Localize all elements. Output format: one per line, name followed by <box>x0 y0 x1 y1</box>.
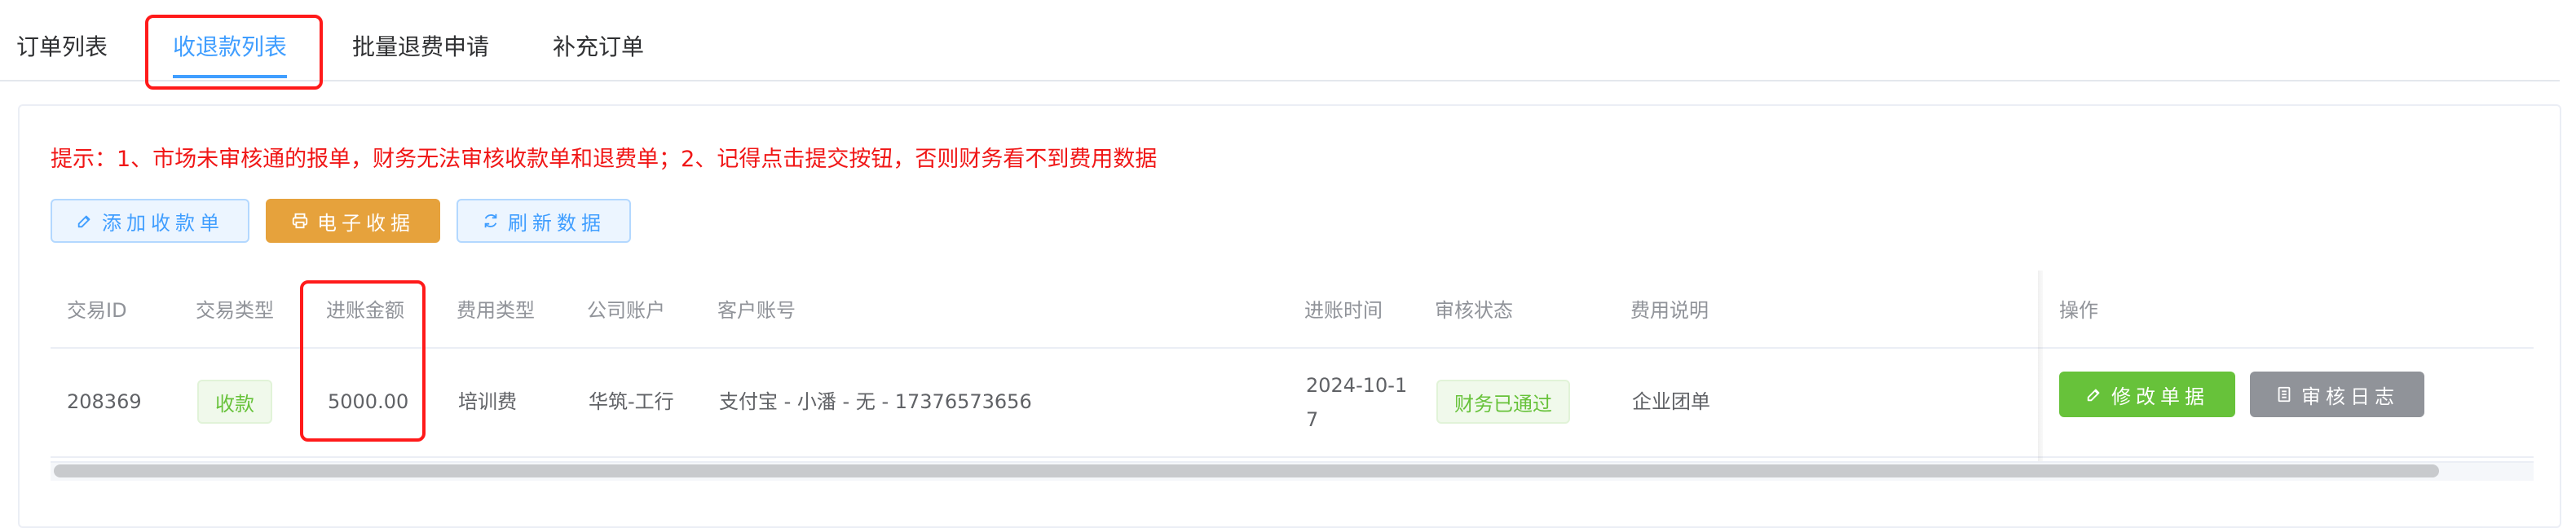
col-header-fee-type: 费用类型 <box>457 299 535 322</box>
tab-receipt-refund-list[interactable]: 收退款列表 <box>173 31 287 64</box>
printer-icon <box>292 213 308 229</box>
horizontal-scrollbar-thumb[interactable] <box>54 464 2439 477</box>
add-receipt-label: 添加收款单 <box>102 211 224 235</box>
tab-batch-refund[interactable]: 批量退费申请 <box>352 31 489 64</box>
audit-log-label: 审核日志 <box>2301 385 2399 408</box>
cell-time-line1: 2024-10-1 <box>1306 374 1408 397</box>
audit-log-button[interactable]: 审核日志 <box>2250 372 2424 417</box>
col-header-customer-account: 客户账号 <box>717 299 796 322</box>
ops-header-divider <box>2043 347 2534 349</box>
active-tab-indicator <box>173 75 287 78</box>
refresh-data-button[interactable]: 刷新数据 <box>457 199 631 243</box>
refresh-data-label: 刷新数据 <box>508 211 606 235</box>
document-icon <box>2278 386 2291 403</box>
cell-company-account: 华筑-工行 <box>589 390 674 413</box>
cell-trade-id: 208369 <box>67 390 142 413</box>
cell-customer-account: 支付宝 - 小潘 - 无 - 17376573656 <box>719 390 1032 413</box>
edit-icon <box>77 215 90 228</box>
tab-order-list[interactable]: 订单列表 <box>16 31 108 64</box>
col-header-trade-type: 交易类型 <box>196 299 274 322</box>
edit-icon <box>2087 389 2100 402</box>
col-header-company-account: 公司账户 <box>587 299 665 322</box>
col-header-remark: 费用说明 <box>1630 299 1709 322</box>
tab-bar: 订单列表 收退款列表 批量退费申请 补充订单 <box>0 0 2576 85</box>
add-receipt-button[interactable]: 添加收款单 <box>51 199 249 243</box>
cell-time-line2: 7 <box>1306 408 1319 431</box>
cell-amount: 5000.00 <box>328 390 409 413</box>
e-receipt-button[interactable]: 电子收据 <box>266 199 440 243</box>
status-badge: 财务已通过 <box>1436 380 1570 424</box>
operations-column <box>2043 271 2534 461</box>
col-header-amount: 进账金额 <box>326 299 404 322</box>
ops-row-divider <box>2043 456 2534 458</box>
col-header-actions: 操作 <box>2059 299 2098 322</box>
trade-type-tag: 收款 <box>197 380 272 424</box>
cell-remark: 企业团单 <box>1632 390 1710 413</box>
refresh-icon <box>484 213 497 228</box>
edit-document-button[interactable]: 修改单据 <box>2059 372 2235 417</box>
cell-fee-type: 培训费 <box>458 390 517 413</box>
col-header-status: 审核状态 <box>1435 299 1513 322</box>
tabs-divider <box>0 80 2560 81</box>
tip-text: 提示：1、市场未审核通的报单，财务无法审核收款单和退费单；2、记得点击提交按钮，… <box>51 147 1158 172</box>
e-receipt-label: 电子收据 <box>317 211 415 235</box>
tab-supplement-order[interactable]: 补充订单 <box>553 31 644 64</box>
edit-document-label: 修改单据 <box>2111 385 2209 408</box>
col-header-time: 进账时间 <box>1304 299 1383 322</box>
col-header-trade-id: 交易ID <box>67 299 127 322</box>
